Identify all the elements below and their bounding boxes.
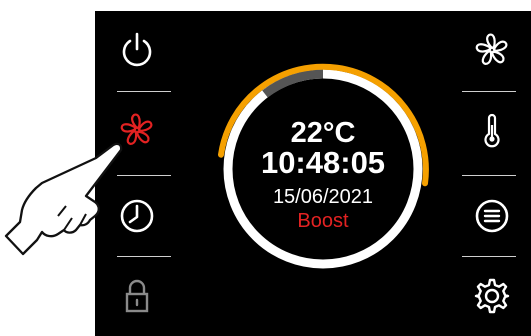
menu-icon — [475, 199, 509, 233]
temperature-readout: 22°C — [290, 117, 356, 149]
time-readout: 10:48:05 — [260, 145, 386, 180]
mode-label: Boost — [297, 210, 349, 232]
temperature-button[interactable] — [457, 100, 527, 160]
padlock-icon — [125, 279, 149, 313]
hand-pointer-icon — [4, 142, 123, 256]
central-display: 22°C 10:48:05 15/06/2021 Boost — [212, 58, 434, 280]
power-button[interactable] — [102, 20, 172, 80]
readout: 22°C 10:48:05 15/06/2021 Boost — [212, 58, 434, 280]
settings-button[interactable] — [457, 266, 527, 326]
fan-button[interactable] — [457, 20, 527, 80]
separator — [462, 256, 516, 257]
menu-button[interactable] — [457, 186, 527, 246]
separator — [462, 91, 516, 92]
settings-gear-icon — [474, 278, 510, 314]
fan-icon — [475, 33, 508, 65]
separator — [117, 91, 171, 92]
power-icon — [122, 32, 152, 67]
thermometer-icon — [484, 113, 500, 148]
date-readout: 15/06/2021 — [272, 186, 374, 208]
separator — [462, 175, 516, 176]
lock-button[interactable] — [102, 266, 172, 326]
